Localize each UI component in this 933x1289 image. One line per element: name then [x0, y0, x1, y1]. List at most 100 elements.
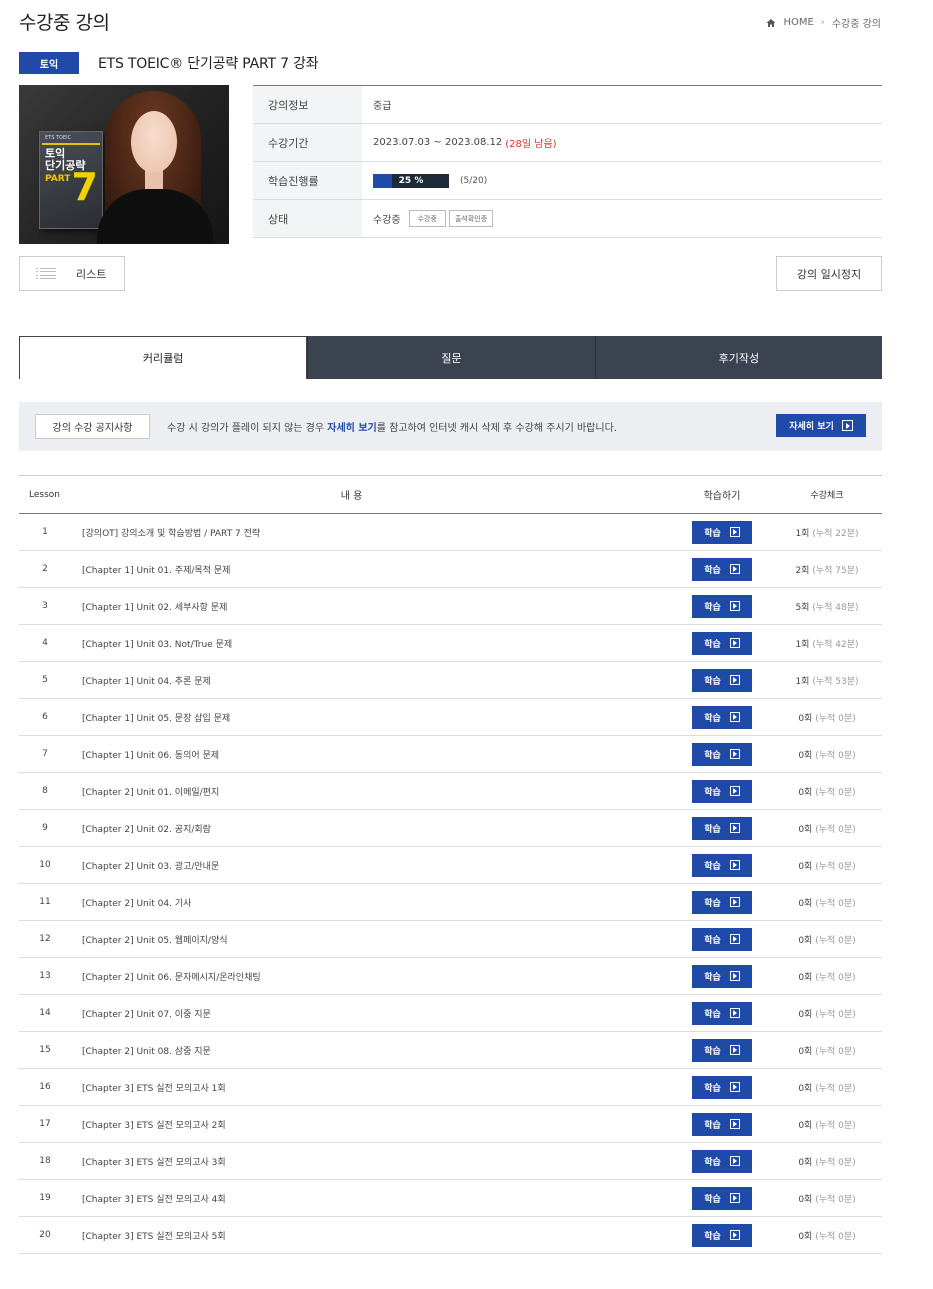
play-icon: [841, 420, 853, 431]
study-button-label: 학습: [704, 861, 721, 872]
info-label: 상태: [253, 200, 362, 237]
study-button-label: 학습: [704, 824, 721, 835]
study-button[interactable]: 학습: [692, 742, 752, 766]
study-button[interactable]: 학습: [692, 594, 752, 618]
study-button[interactable]: 학습: [692, 520, 752, 544]
study-button[interactable]: 학습: [692, 557, 752, 581]
study-cell: 학습: [672, 927, 772, 951]
study-button[interactable]: 학습: [692, 927, 752, 951]
play-icon: [729, 971, 740, 981]
study-button-label: 학습: [704, 935, 721, 946]
study-button[interactable]: 학습: [692, 631, 752, 655]
course-thumbnail: ETS TOEIC 토익 단기공략 PART 7: [19, 85, 229, 244]
play-icon: [729, 823, 740, 833]
status-chip-enrolled[interactable]: 수강중: [408, 210, 446, 227]
table-row: 18 [Chapter 3] ETS 실전 모의고사 3회 학습 0회 (누적 0분): [19, 1143, 882, 1180]
table-row: 10 [Chapter 2] Unit 03. 광고/안내문 학습 0회 (누적 0분…: [19, 847, 882, 884]
home-icon[interactable]: [766, 18, 776, 28]
tab-review[interactable]: 후기작성: [594, 336, 882, 379]
study-button[interactable]: 학습: [692, 964, 752, 988]
study-cell: 학습: [672, 668, 772, 692]
lesson-title: [Chapter 2] Unit 06. 문자메시지/온라인채팅: [82, 972, 261, 983]
watch-check: 0회 (누적 0분): [772, 1118, 882, 1131]
play-icon: [729, 1193, 740, 1203]
watch-check: 0회 (누적 0분): [772, 711, 882, 724]
watch-cumulative: (누적 0분): [815, 787, 856, 798]
lesson-title: [Chapter 2] Unit 08. 삼중 지문: [82, 1046, 211, 1057]
play-icon: [729, 749, 740, 759]
lesson-title: [Chapter 2] Unit 03. 광고/안내문: [82, 861, 220, 872]
watch-cumulative: (누적 22분): [812, 528, 859, 539]
table-row: 7 [Chapter 1] Unit 06. 동의어 문제 학습 0회 (누적 0분): [19, 736, 882, 773]
study-cell: 학습: [672, 853, 772, 877]
study-button[interactable]: 학습: [692, 816, 752, 840]
study-button[interactable]: 학습: [692, 668, 752, 692]
table-row: 16 [Chapter 3] ETS 실전 모의고사 1회 학습 0회 (누적 0분): [19, 1069, 882, 1106]
study-button[interactable]: 학습: [692, 853, 752, 877]
lesson-number: 7: [42, 749, 48, 759]
watch-count: 0회: [798, 824, 813, 835]
breadcrumb-home[interactable]: HOME: [783, 17, 813, 28]
study-button-label: 학습: [704, 750, 721, 761]
info-row-status: 상태 수강중 수강중 출석확인증: [253, 200, 882, 238]
study-button[interactable]: 학습: [692, 1223, 752, 1247]
study-button-label: 학습: [704, 1120, 721, 1131]
study-button[interactable]: 학습: [692, 1186, 752, 1210]
progress-count: (5/20): [460, 175, 488, 186]
attendance-certificate-button[interactable]: 출석확인증: [448, 210, 494, 227]
watch-check: 0회 (누적 0분): [772, 1155, 882, 1168]
watch-count: 0회: [798, 972, 813, 983]
study-button[interactable]: 학습: [692, 779, 752, 803]
table-row: 9 [Chapter 2] Unit 02. 공지/회람 학습 0회 (누적 0분): [19, 810, 882, 847]
study-button[interactable]: 학습: [692, 1112, 752, 1136]
play-icon: [729, 712, 740, 722]
watch-check: 0회 (누적 0분): [772, 1081, 882, 1094]
lesson-number: 9: [42, 823, 48, 833]
watch-check: 0회 (누적 0분): [772, 933, 882, 946]
watch-cumulative: (누적 0분): [815, 824, 856, 835]
study-button[interactable]: 학습: [692, 1001, 752, 1025]
study-button[interactable]: 학습: [692, 705, 752, 729]
lesson-table: Lesson 내 용 학습하기 수강체크 1 [강의OT] 강의소개 및 학습방법…: [19, 475, 882, 1254]
study-button[interactable]: 학습: [692, 1038, 752, 1062]
watch-check: 0회 (누적 0분): [772, 859, 882, 872]
watch-check: 1회 (누적 53분): [772, 674, 882, 687]
tab-curriculum[interactable]: 커리큘럼: [19, 336, 308, 379]
study-button[interactable]: 학습: [692, 1149, 752, 1173]
table-row: 8 [Chapter 2] Unit 01. 이메일/편지 학습 0회 (누적 0분): [19, 773, 882, 810]
list-button-label: 리스트: [76, 267, 107, 281]
study-button[interactable]: 학습: [692, 890, 752, 914]
lesson-number: 4: [42, 638, 48, 648]
table-row: 13 [Chapter 2] Unit 06. 문자메시지/온라인채팅 학습 0회 (…: [19, 958, 882, 995]
lesson-number: 2: [42, 564, 48, 574]
study-cell: 학습: [672, 1223, 772, 1247]
play-icon: [729, 934, 740, 944]
study-cell: 학습: [672, 1001, 772, 1025]
watch-cumulative: (누적 42분): [812, 639, 859, 650]
tab-questions[interactable]: 질문: [307, 336, 595, 379]
study-cell: 학습: [672, 705, 772, 729]
table-row: 11 [Chapter 2] Unit 04. 기사 학습 0회 (누적 0분): [19, 884, 882, 921]
header-content: 내 용: [340, 491, 363, 502]
info-label: 수강기간: [253, 124, 362, 161]
study-cell: 학습: [672, 1112, 772, 1136]
info-label: 학습진행률: [253, 162, 362, 199]
breadcrumb: HOME › 수강중 강의: [766, 15, 881, 30]
study-button[interactable]: 학습: [692, 1075, 752, 1099]
progress-percent: 25 %: [398, 175, 424, 186]
study-button-label: 학습: [704, 676, 721, 687]
lesson-title: [Chapter 1] Unit 01. 주제/목적 문제: [82, 565, 231, 576]
watch-check: 2회 (누적 75분): [772, 563, 882, 576]
watch-check: 0회 (누적 0분): [772, 1007, 882, 1020]
course-title: ETS TOEIC® 단기공략 PART 7 강좌: [98, 56, 319, 72]
study-cell: 학습: [672, 631, 772, 655]
list-button[interactable]: 리스트: [19, 256, 125, 291]
notice-detail-button[interactable]: 자세히 보기: [776, 414, 866, 437]
play-icon: [729, 1119, 740, 1129]
watch-cumulative: (누적 0분): [815, 1120, 856, 1131]
info-label: 강의정보: [253, 86, 362, 123]
watch-cumulative: (누적 0분): [815, 1009, 856, 1020]
pause-course-button[interactable]: 강의 일시정지: [776, 256, 882, 291]
play-icon: [729, 897, 740, 907]
lesson-number: 13: [39, 971, 51, 981]
